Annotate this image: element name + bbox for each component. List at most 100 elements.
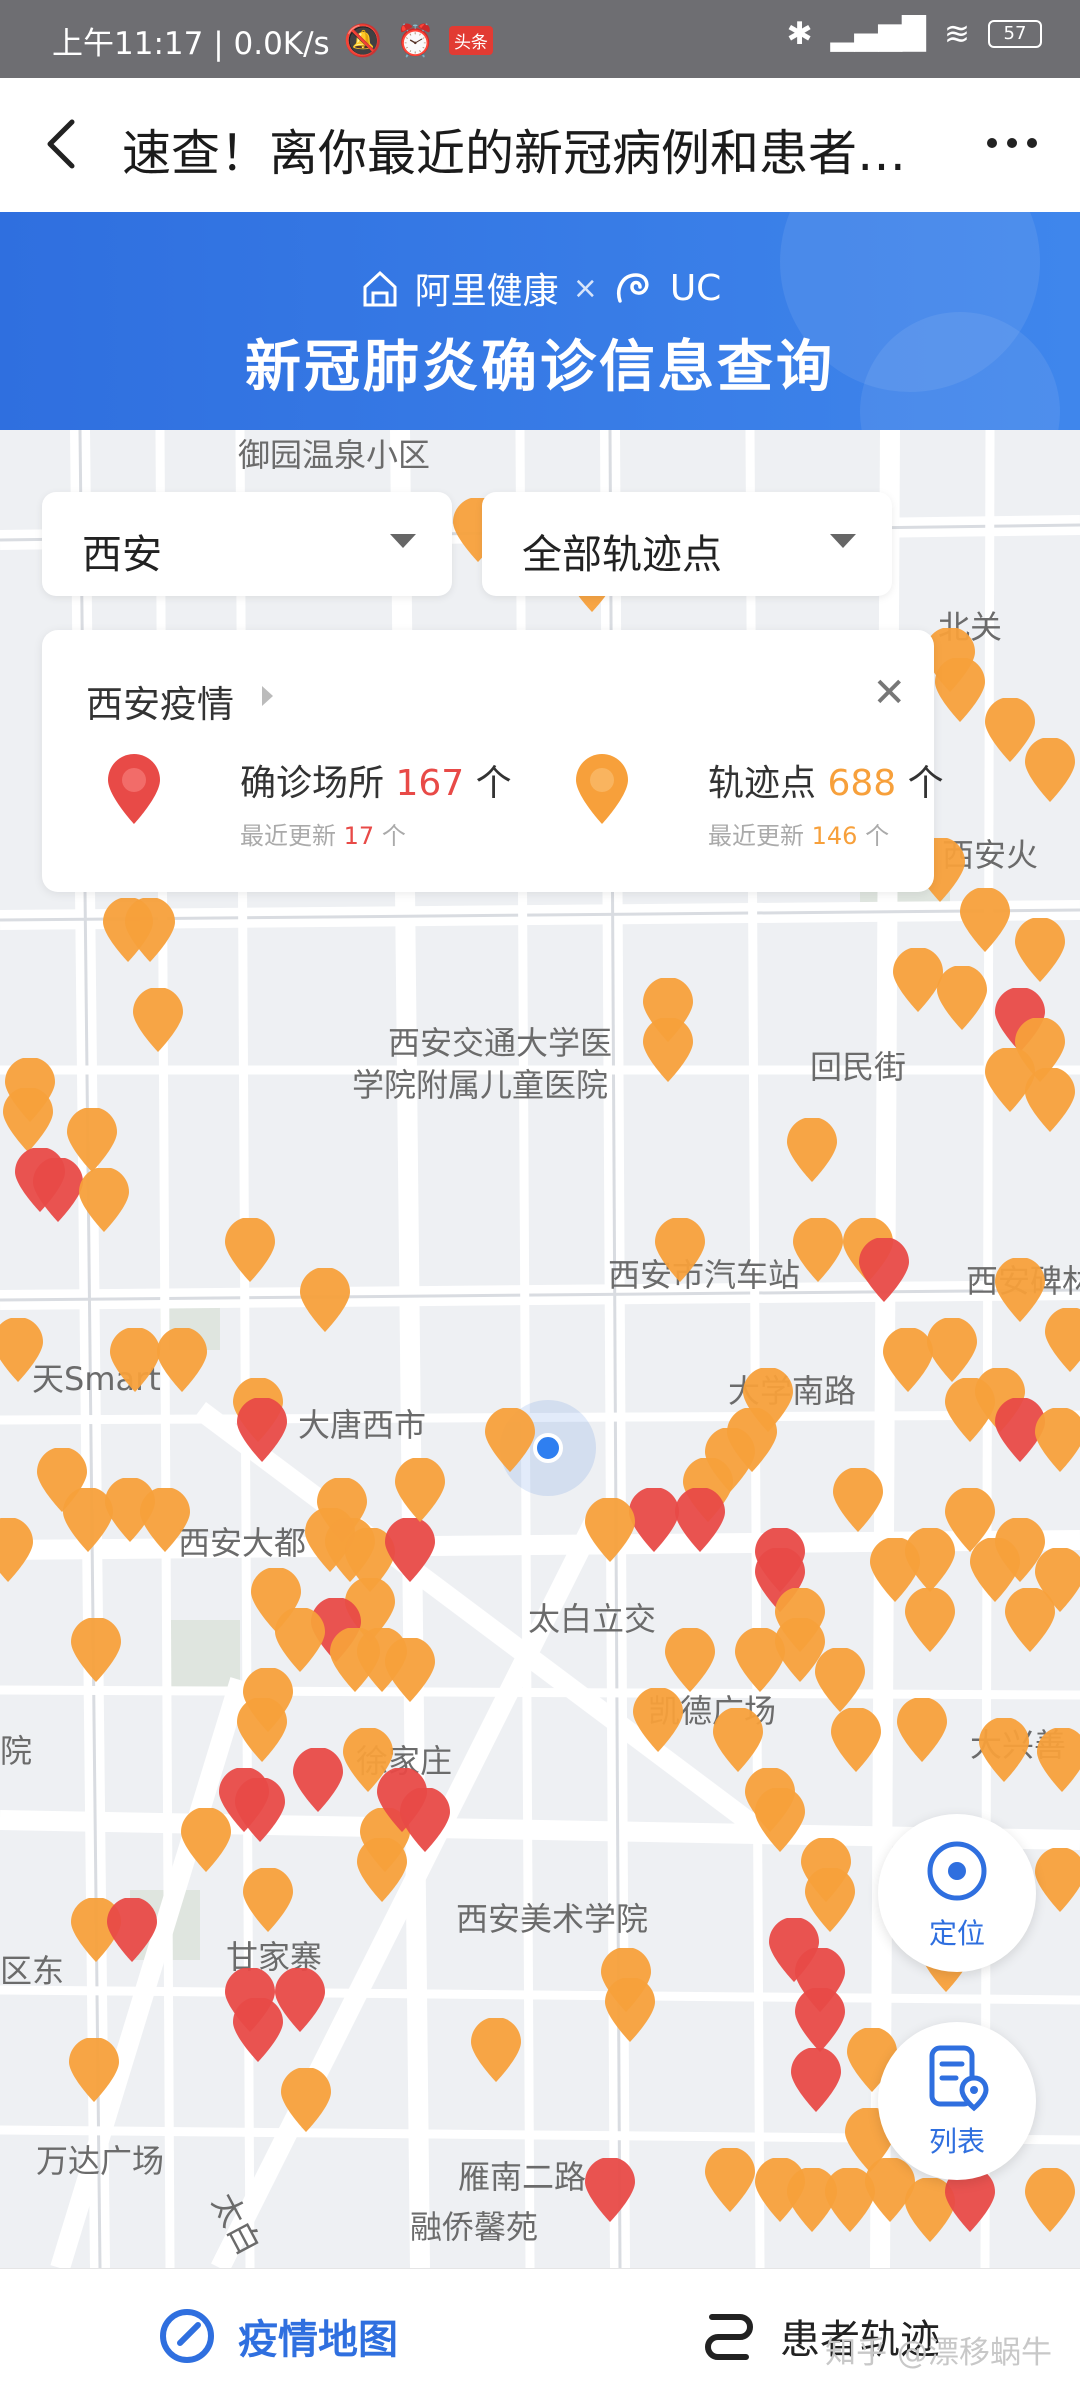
track-point-pin[interactable] — [382, 1638, 438, 1704]
map-label: 西安美术学院 — [456, 1900, 649, 1938]
city-dropdown-value: 西安 — [82, 532, 162, 578]
track-update-unit: 个 — [865, 822, 890, 850]
map-label: 大唐西市 — [298, 1406, 427, 1444]
track-point-pin[interactable] — [1042, 1308, 1080, 1374]
city-dropdown[interactable]: 西安 — [42, 492, 452, 596]
compass-icon — [160, 2309, 214, 2363]
track-point-pin[interactable] — [828, 1708, 884, 1774]
track-point-pin[interactable] — [582, 1498, 638, 1564]
track-point-pin[interactable] — [234, 1698, 290, 1764]
track-point-pin[interactable] — [976, 1718, 1032, 1784]
track-point-pin[interactable] — [934, 966, 990, 1032]
confirmed-place-pin[interactable] — [792, 1988, 848, 2054]
signal-icon: ▂▄▆█ — [830, 16, 927, 52]
track-point-pin[interactable] — [278, 2068, 334, 2134]
track-point-pin[interactable] — [482, 1408, 538, 1474]
confirmed-place-pin[interactable] — [290, 1748, 346, 1814]
track-point-pin[interactable] — [640, 1018, 696, 1084]
confirmed-place-pin[interactable] — [788, 2048, 844, 2114]
track-point-pin[interactable] — [710, 1708, 766, 1774]
track-point-pin[interactable] — [240, 1868, 296, 1934]
top-nav-bar: 速查！离你最近的新冠病例和患者… — [0, 78, 1080, 212]
list-document-icon — [929, 2045, 989, 2112]
map-label: 回民街 — [810, 1048, 907, 1086]
track-point-pin[interactable] — [222, 1218, 278, 1284]
track-point-pin[interactable] — [830, 1468, 886, 1534]
track-point-pin[interactable] — [178, 1808, 234, 1874]
track-point-pin[interactable] — [982, 1048, 1038, 1114]
track-label: 轨迹点 — [708, 763, 817, 804]
alarm-icon: ⏰ — [396, 23, 435, 59]
confirmed-place-pin[interactable] — [374, 1768, 430, 1834]
track-point-pin[interactable] — [1022, 2168, 1078, 2234]
track-point-pin[interactable] — [1034, 1728, 1080, 1794]
track-point-pin[interactable] — [1022, 738, 1078, 804]
track-point-pin[interactable] — [992, 1258, 1048, 1324]
confirmed-place-pin[interactable] — [234, 1398, 290, 1464]
track-point-pin[interactable] — [122, 898, 178, 964]
tab-epidemic-map[interactable]: 疫情地图 — [158, 2307, 398, 2365]
summary-title[interactable]: 西安疫情 — [86, 674, 234, 728]
track-point-pin[interactable] — [64, 1108, 120, 1174]
confirmed-update-label: 最近更新 — [240, 822, 336, 850]
map-label: 学院附属儿童医院 — [352, 1066, 609, 1104]
track-point-pin[interactable] — [297, 1268, 353, 1334]
confirmed-place-pin[interactable] — [230, 1998, 286, 2064]
track-count: 688 — [827, 763, 897, 804]
track-point-pin[interactable] — [1012, 918, 1068, 984]
track-point-pin[interactable] — [130, 988, 186, 1054]
track-point-pin[interactable] — [602, 1978, 658, 2044]
alibaba-health-logo-icon — [363, 270, 397, 307]
track-point-pin[interactable] — [652, 1218, 708, 1284]
track-point-pin[interactable] — [248, 1568, 304, 1634]
track-point-pin[interactable] — [354, 1838, 410, 1904]
map-label: 区东 — [0, 1952, 65, 1990]
confirmed-unit: 个 — [475, 763, 512, 804]
confirmed-place-pin[interactable] — [582, 2158, 638, 2224]
confirmed-place-pin[interactable] — [232, 1778, 288, 1844]
header-banner: 阿里健康 × UC 新冠肺炎确诊信息查询 — [0, 212, 1080, 430]
map-label: 御园温泉小区 — [238, 436, 431, 474]
track-point-pin[interactable] — [1032, 1408, 1080, 1474]
brand-alibaba-health: 阿里健康 — [414, 271, 559, 312]
confirmed-place-pin[interactable] — [104, 1898, 160, 1964]
track-point-pin[interactable] — [137, 1488, 193, 1554]
track-point-pin[interactable] — [957, 888, 1013, 954]
locate-button[interactable]: 定位 — [878, 1814, 1036, 1972]
track-point-pin[interactable] — [0, 1318, 46, 1384]
track-point-pin[interactable] — [630, 1688, 686, 1754]
track-point-pin[interactable] — [784, 1118, 840, 1184]
confirmed-place-pin[interactable] — [856, 1238, 912, 1304]
track-point-pin[interactable] — [0, 1518, 36, 1584]
track-point-pin[interactable] — [468, 2018, 524, 2084]
track-point-pin[interactable] — [1002, 1588, 1058, 1654]
banner-title: 新冠肺炎确诊信息查询 — [245, 335, 835, 400]
more-options-icon[interactable] — [982, 118, 1042, 168]
confirmed-update-count: 17 — [343, 822, 375, 850]
confirmed-place-pin[interactable] — [382, 1518, 438, 1584]
track-point-pin[interactable] — [68, 1618, 124, 1684]
close-icon[interactable]: ✕ — [872, 670, 906, 716]
list-button[interactable]: 列表 — [878, 2022, 1036, 2180]
track-point-pin[interactable] — [932, 658, 988, 724]
track-point-pin[interactable] — [662, 1628, 718, 1694]
back-arrow-icon[interactable] — [38, 114, 88, 174]
point-type-dropdown-value: 全部轨迹点 — [522, 532, 722, 578]
track-point-pin[interactable] — [392, 1458, 448, 1524]
page-title: 速查！离你最近的新冠病例和患者… — [122, 125, 907, 182]
track-point-pin[interactable] — [894, 1698, 950, 1764]
mute-icon: 🔕 — [343, 23, 383, 59]
point-type-dropdown[interactable]: 全部轨迹点 — [482, 492, 892, 596]
track-point-pin[interactable] — [154, 1328, 210, 1394]
confirmed-count: 167 — [395, 763, 465, 804]
track-point-pin[interactable] — [1032, 1848, 1080, 1914]
track-point-pin[interactable] — [0, 1088, 56, 1154]
track-point-pin[interactable] — [812, 1648, 868, 1714]
track-update-label: 最近更新 — [708, 822, 804, 850]
status-time: 上午11:17 | 0.0K/s — [52, 26, 330, 62]
track-point-pin[interactable] — [790, 1218, 846, 1284]
track-point-pin[interactable] — [702, 2148, 758, 2214]
track-point-pin[interactable] — [66, 2038, 122, 2104]
track-point-pin[interactable] — [902, 1588, 958, 1654]
track-point-pin[interactable] — [76, 1168, 132, 1234]
